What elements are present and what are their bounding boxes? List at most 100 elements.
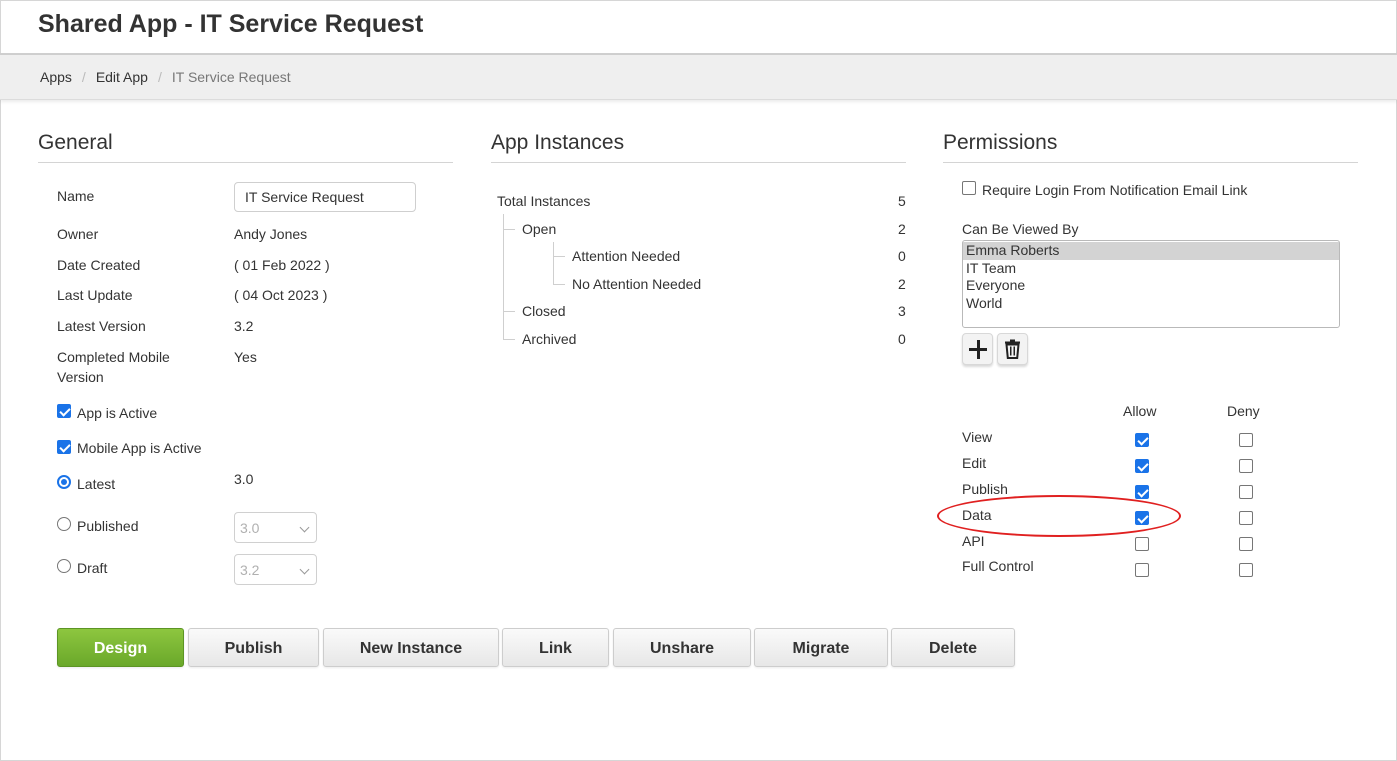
instance-row-label: No Attention Needed — [572, 276, 702, 292]
viewed-by-label: Can Be Viewed By — [962, 221, 1079, 237]
instance-row-label: Archived — [522, 331, 577, 347]
viewer-option[interactable]: World — [963, 295, 1339, 313]
latest-radio[interactable] — [57, 475, 71, 489]
instances-section-title: App Instances — [491, 131, 625, 154]
completed-mobile-label: Completed Mobile — [57, 349, 170, 365]
viewer-option[interactable]: IT Team — [963, 260, 1339, 278]
draft-version-select[interactable]: 3.2 — [234, 554, 317, 585]
viewer-option[interactable]: Everyone — [963, 277, 1339, 295]
owner-value: Andy Jones — [234, 226, 308, 242]
app-active-label: App is Active — [77, 405, 158, 421]
name-input[interactable] — [234, 182, 416, 212]
published-version-select[interactable]: 3.0 — [234, 512, 317, 543]
allow-header: Allow — [1123, 403, 1157, 419]
tree-connector — [553, 242, 554, 284]
trash-icon — [1005, 339, 1020, 359]
viewers-listbox[interactable]: Emma Roberts IT Team Everyone World — [962, 240, 1340, 328]
instance-row-count: 2 — [898, 276, 906, 292]
full-control-allow-checkbox[interactable] — [1135, 563, 1149, 577]
breadcrumb-apps[interactable]: Apps — [40, 69, 72, 85]
general-section-title: General — [38, 131, 113, 154]
latest-version-number: 3.0 — [234, 471, 254, 487]
unshare-button[interactable]: Unshare — [613, 628, 751, 667]
chevron-down-icon — [299, 522, 310, 533]
breadcrumb: Apps / Edit App / IT Service Request — [0, 55, 1397, 100]
date-created-value: ( 01 Feb 2022 ) — [234, 257, 330, 273]
delete-button[interactable]: Delete — [891, 628, 1015, 667]
design-button[interactable]: Design — [57, 628, 184, 667]
link-button[interactable]: Link — [502, 628, 609, 667]
instance-row-count: 3 — [898, 303, 906, 319]
permissions-section-title: Permissions — [943, 131, 1058, 154]
instance-row-label: Closed — [522, 303, 566, 319]
require-login-checkbox[interactable] — [962, 181, 976, 195]
breadcrumb-current: IT Service Request — [171, 69, 291, 85]
edit-deny-checkbox[interactable] — [1239, 459, 1253, 473]
plus-icon — [963, 334, 994, 366]
permission-label-view: View — [962, 429, 993, 445]
instance-row-count: 0 — [898, 248, 906, 264]
name-label: Name — [57, 188, 95, 204]
last-update-label: Last Update — [57, 287, 133, 303]
instance-row-count: 2 — [898, 221, 906, 237]
permission-label-full-control: Full Control — [962, 558, 1034, 574]
mobile-active-checkbox[interactable] — [57, 440, 71, 454]
edit-allow-checkbox[interactable] — [1135, 459, 1149, 473]
tree-connector — [503, 214, 504, 340]
new-instance-button[interactable]: New Instance — [323, 628, 499, 667]
permission-label-api: API — [962, 533, 985, 549]
published-radio[interactable] — [57, 517, 71, 531]
tree-connector — [503, 339, 515, 340]
tree-connector — [503, 229, 515, 230]
instance-row-label: Open — [522, 221, 557, 237]
date-created-label: Date Created — [57, 257, 141, 273]
migrate-button[interactable]: Migrate — [754, 628, 888, 667]
permissions-divider — [943, 162, 1358, 163]
draft-version-value: 3.2 — [240, 562, 260, 578]
permission-label-publish: Publish — [962, 481, 1008, 497]
view-allow-checkbox[interactable] — [1135, 433, 1149, 447]
view-deny-checkbox[interactable] — [1239, 433, 1253, 447]
data-deny-checkbox[interactable] — [1239, 511, 1253, 525]
latest-version-value: 3.2 — [234, 318, 254, 334]
permission-label-edit: Edit — [962, 455, 987, 471]
mobile-active-label: Mobile App is Active — [77, 440, 202, 456]
latest-label: Latest — [77, 476, 116, 492]
full-control-deny-checkbox[interactable] — [1239, 563, 1253, 577]
breadcrumb-separator: / — [81, 69, 86, 85]
published-label: Published — [77, 518, 139, 534]
tree-connector — [553, 256, 565, 257]
instance-row-count: 5 — [898, 193, 906, 209]
publish-deny-checkbox[interactable] — [1239, 485, 1253, 499]
published-version-value: 3.0 — [240, 520, 260, 536]
last-update-value: ( 04 Oct 2023 ) — [234, 287, 328, 303]
breadcrumb-edit-app[interactable]: Edit App — [96, 69, 148, 85]
tree-connector — [553, 284, 565, 285]
owner-label: Owner — [57, 226, 99, 242]
publish-allow-checkbox[interactable] — [1135, 485, 1149, 499]
completed-mobile-label-line2: Version — [57, 369, 104, 385]
highlight-annotation-circle — [937, 495, 1181, 537]
app-active-checkbox[interactable] — [57, 404, 71, 418]
draft-label: Draft — [77, 560, 108, 576]
viewer-option[interactable]: Emma Roberts — [963, 242, 1339, 260]
add-viewer-button[interactable] — [962, 333, 993, 365]
deny-header: Deny — [1227, 403, 1260, 419]
require-login-label: Require Login From Notification Email Li… — [982, 182, 1248, 198]
instance-row-label: Attention Needed — [572, 248, 681, 264]
general-divider — [38, 162, 453, 163]
instances-divider — [491, 162, 906, 163]
latest-version-label: Latest Version — [57, 318, 146, 334]
breadcrumb-separator: / — [157, 69, 162, 85]
api-allow-checkbox[interactable] — [1135, 537, 1149, 551]
remove-viewer-button[interactable] — [997, 333, 1028, 365]
page-title: Shared App - IT Service Request — [38, 10, 424, 38]
completed-mobile-value: Yes — [234, 349, 257, 365]
tree-connector — [503, 311, 515, 312]
instance-row-label: Total Instances — [497, 193, 591, 209]
instance-row-count: 0 — [898, 331, 906, 347]
publish-button[interactable]: Publish — [188, 628, 319, 667]
draft-radio[interactable] — [57, 559, 71, 573]
api-deny-checkbox[interactable] — [1239, 537, 1253, 551]
chevron-down-icon — [299, 564, 310, 575]
